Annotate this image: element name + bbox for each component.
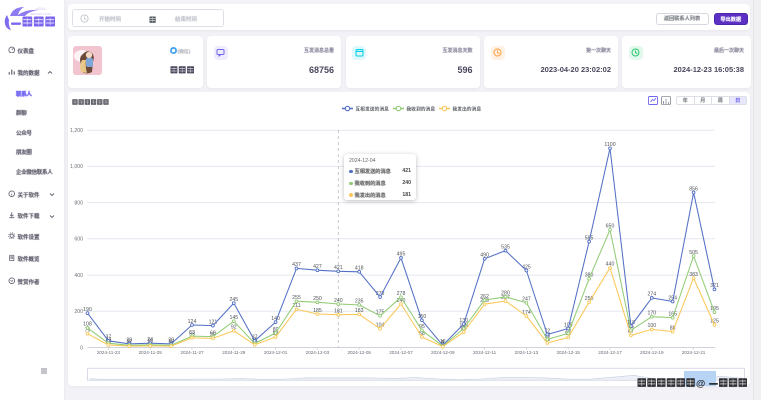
svg-text:0: 0 bbox=[80, 346, 83, 352]
svg-text:2024-12-17: 2024-12-17 bbox=[598, 350, 622, 355]
svg-text:2024-11-23: 2024-11-23 bbox=[97, 350, 121, 355]
svg-text:2024-11-27: 2024-11-27 bbox=[180, 350, 204, 355]
svg-text:1,000: 1,000 bbox=[70, 164, 83, 170]
svg-text:200: 200 bbox=[74, 309, 83, 315]
svg-text:1,200: 1,200 bbox=[70, 128, 83, 134]
svg-text:2024-12-03: 2024-12-03 bbox=[306, 350, 330, 355]
svg-text:2024-12-15: 2024-12-15 bbox=[556, 350, 580, 355]
svg-text:400: 400 bbox=[74, 273, 83, 279]
svg-text:800: 800 bbox=[74, 200, 83, 206]
svg-text:2024-12-13: 2024-12-13 bbox=[515, 350, 539, 355]
svg-text:2024-12-05: 2024-12-05 bbox=[347, 350, 371, 355]
svg-text:2024-12-21: 2024-12-21 bbox=[682, 350, 706, 355]
svg-text:2024-11-25: 2024-11-25 bbox=[139, 350, 163, 355]
svg-text:2024-12-07: 2024-12-07 bbox=[389, 350, 413, 355]
svg-text:2024-12-19: 2024-12-19 bbox=[640, 350, 664, 355]
svg-text:2024-11-29: 2024-11-29 bbox=[222, 350, 246, 355]
svg-text:600: 600 bbox=[74, 237, 83, 243]
svg-text:2024-12-09: 2024-12-09 bbox=[431, 350, 455, 355]
svg-text:2024-12-01: 2024-12-01 bbox=[264, 350, 288, 355]
svg-text:@: @ bbox=[696, 378, 705, 389]
svg-text:2024-12-11: 2024-12-11 bbox=[473, 350, 497, 355]
